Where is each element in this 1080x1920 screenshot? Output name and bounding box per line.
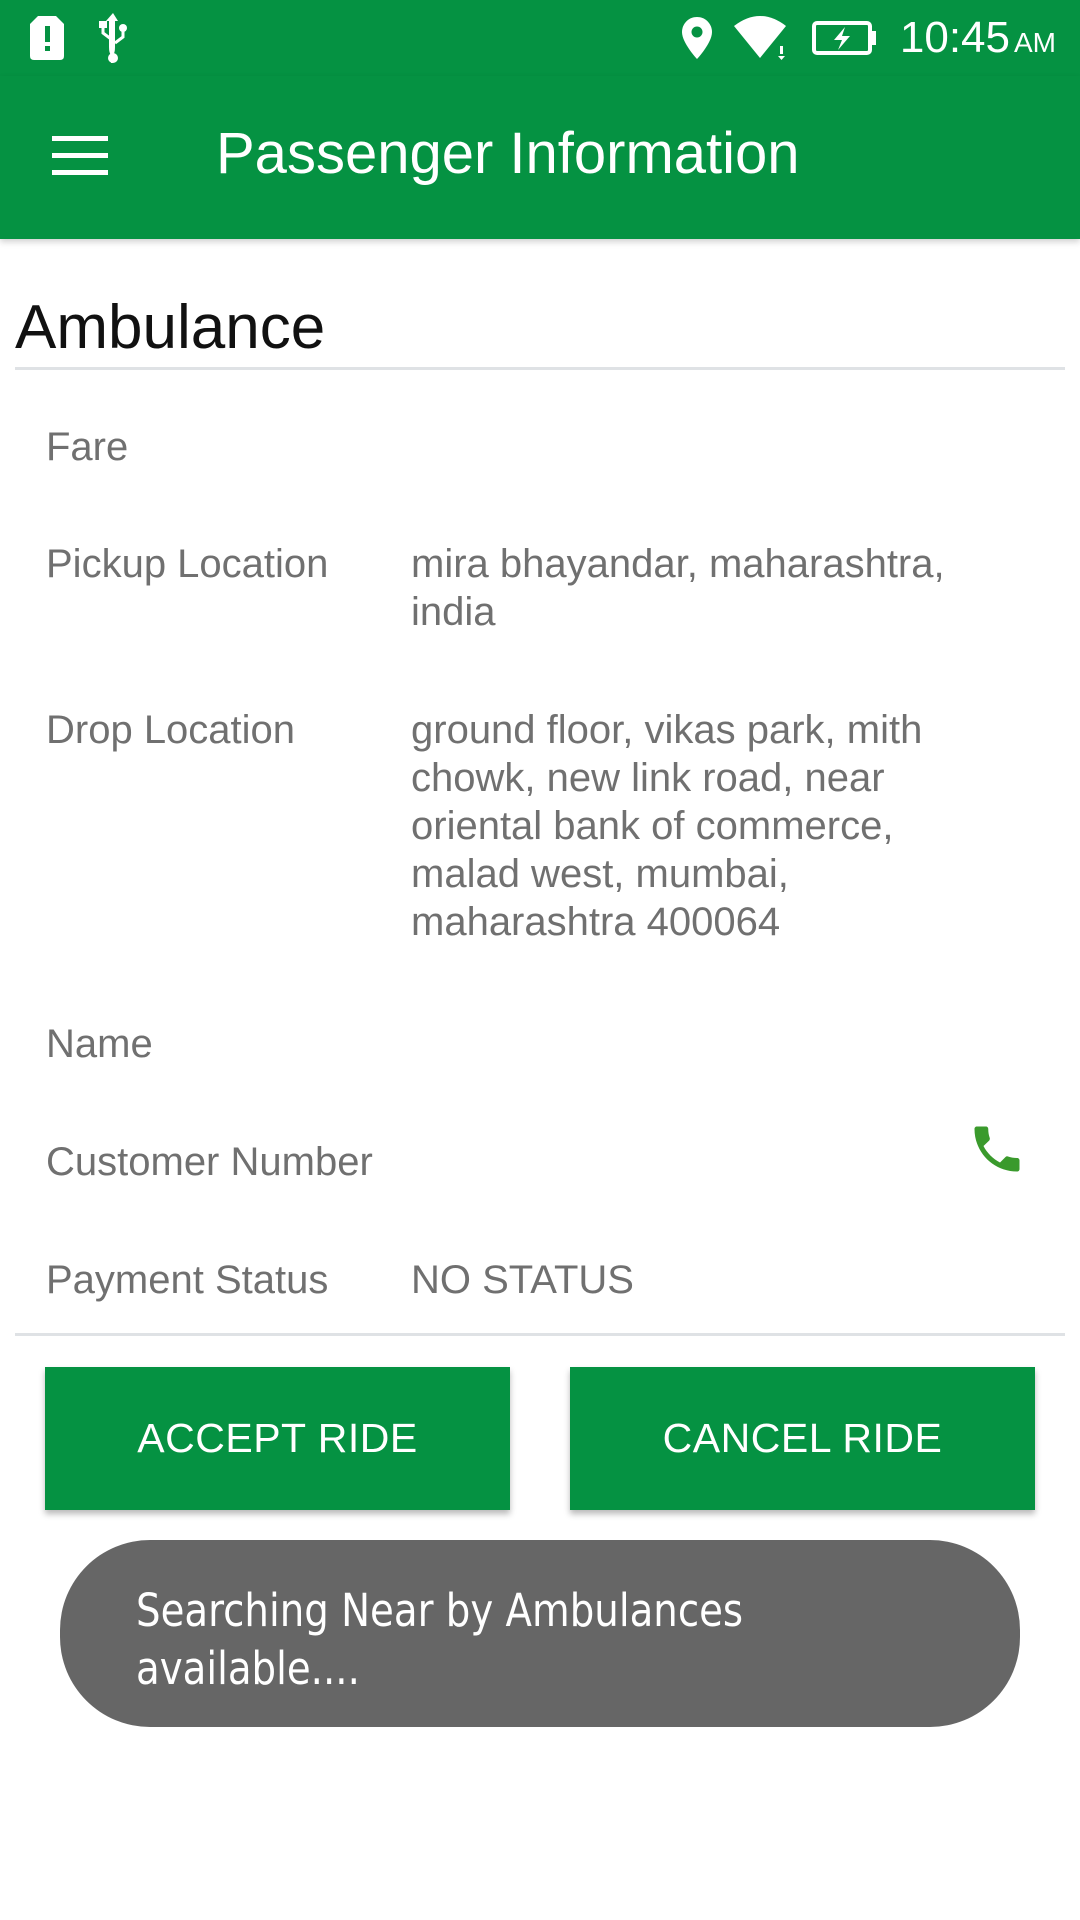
call-customer-button[interactable] (964, 1118, 1030, 1184)
divider-top (15, 367, 1065, 370)
app-bar: Passenger Information (0, 76, 1080, 239)
name-label: Name (46, 1022, 153, 1066)
usb-icon (98, 13, 128, 63)
status-bar-right: 10:45 AM (681, 6, 1056, 70)
section-heading: Ambulance (15, 293, 326, 362)
hamburger-menu-icon (52, 135, 108, 181)
phone-icon (967, 1119, 1027, 1184)
toast-text: Searching Near by Ambulances available..… (136, 1584, 744, 1695)
alert-icon (30, 16, 64, 60)
location-icon (681, 17, 712, 59)
battery-charging-icon (811, 21, 878, 55)
drop-location-label: Drop Location (46, 708, 296, 752)
page-title: Passenger Information (216, 121, 800, 186)
passenger-information-screen: 10:45 AM Passenger Information Ambulance … (0, 0, 1080, 1920)
cancel-ride-button[interactable]: CANCEL RIDE (570, 1367, 1035, 1510)
customer-number-label: Customer Number (46, 1140, 373, 1184)
payment-status-value: NO STATUS (411, 1258, 634, 1302)
divider-bottom (15, 1333, 1065, 1336)
payment-status-label: Payment Status (46, 1258, 329, 1302)
status-ampm: AM (1014, 27, 1056, 58)
status-bar: 10:45 AM (0, 0, 1080, 76)
drop-location-value: ground floor, vikas park, mith chowk, ne… (411, 708, 923, 944)
status-time: 10:45 (899, 13, 1010, 62)
menu-button[interactable] (40, 118, 120, 198)
wifi-icon (733, 16, 790, 60)
pickup-location-value: mira bhayandar, maharashtra, india (411, 542, 945, 634)
fare-label: Fare (46, 425, 129, 469)
pickup-location-label: Pickup Location (46, 542, 329, 586)
clock: 10:45 AM (900, 13, 1056, 63)
status-bar-left (30, 12, 128, 64)
accept-ride-button[interactable]: ACCEPT RIDE (45, 1367, 510, 1510)
toast-message: Searching Near by Ambulances available..… (60, 1540, 1020, 1727)
